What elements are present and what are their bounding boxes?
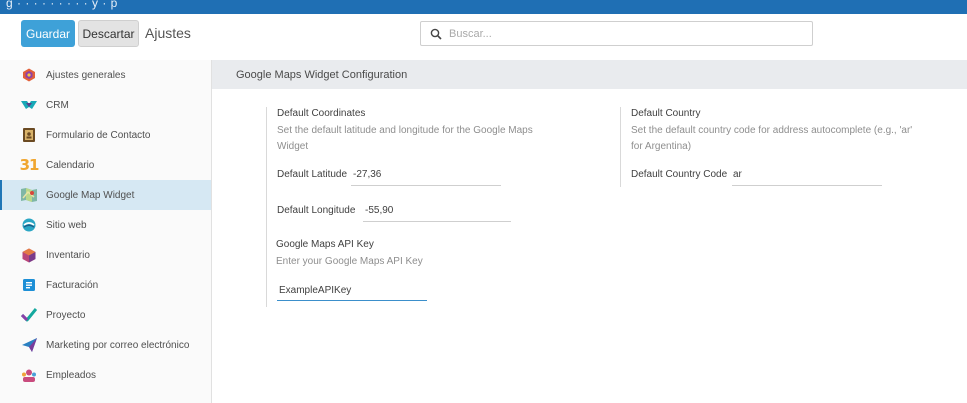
sidebar-item-facturacion[interactable]: Facturación	[0, 270, 211, 300]
map-icon	[21, 187, 37, 203]
settings-content: Google Maps Widget Configuration Default…	[212, 60, 967, 403]
sidebar-item-label: Inventario	[46, 249, 90, 261]
email-marketing-icon	[21, 337, 37, 353]
settings-hex-icon	[21, 67, 37, 83]
api-key-underline	[277, 300, 427, 301]
search-input[interactable]	[449, 27, 789, 40]
search-box[interactable]	[420, 21, 813, 46]
default-latitude-input[interactable]: -27,36	[353, 169, 381, 180]
default-country-title: Default Country	[631, 108, 701, 119]
sidebar-item-label: Proyecto	[46, 309, 86, 321]
default-longitude-label: Default Longitude	[277, 205, 356, 216]
default-longitude-underline	[363, 221, 511, 222]
sidebar-item-label: Google Map Widget	[46, 189, 135, 201]
sidebar-item-label: Ajustes generales	[46, 69, 126, 81]
sidebar-item-label: Empleados	[46, 369, 97, 381]
invoice-icon	[21, 277, 37, 293]
crm-handshake-icon	[21, 97, 37, 113]
sidebar-item-calendario[interactable]: 31 Calendario	[0, 150, 211, 180]
sidebar-item-label: Calendario	[46, 159, 95, 171]
default-country-code-input[interactable]: ar	[733, 169, 742, 180]
employees-icon	[21, 367, 37, 383]
default-coordinates-desc-line1: Set the default latitude and longitude f…	[277, 125, 533, 136]
api-key-block: Google Maps API Key Enter your Google Ma…	[266, 238, 566, 308]
discard-button[interactable]: Descartar	[78, 20, 139, 47]
website-icon	[21, 217, 37, 233]
sidebar-item-label: CRM	[46, 99, 69, 111]
contact-form-icon	[21, 127, 37, 143]
search-icon	[430, 28, 442, 40]
default-coordinates-title: Default Coordinates	[277, 108, 366, 119]
save-button[interactable]: Guardar	[21, 20, 75, 47]
inventory-box-icon	[21, 247, 37, 263]
sidebar-item-marketing-correo[interactable]: Marketing por correo electrónico	[0, 330, 211, 360]
default-coordinates-desc-line2: Widget	[277, 141, 309, 152]
control-panel: Guardar Descartar Ajustes	[0, 14, 967, 60]
sidebar-item-empleados[interactable]: Empleados	[0, 360, 211, 390]
sidebar-item-label: Sitio web	[46, 219, 87, 231]
sidebar-item-sitio-web[interactable]: Sitio web	[0, 210, 211, 240]
page-title: Ajustes	[145, 25, 191, 41]
sidebar-item-formulario-contacto[interactable]: Formulario de Contacto	[0, 120, 211, 150]
sidebar-item-ajustes-generales[interactable]: Ajustes generales	[0, 60, 211, 90]
project-check-icon	[21, 307, 37, 323]
calendar-31-icon: 31	[19, 156, 40, 174]
default-country-desc-line2: for Argentina)	[631, 141, 692, 152]
top-navbar: g · · · · · · · · · y · p	[0, 0, 967, 14]
settings-sidebar: Ajustes generales CRM Formulario de Cont…	[0, 60, 212, 403]
sidebar-item-google-map-widget[interactable]: Google Map Widget	[0, 180, 211, 210]
api-key-input[interactable]: ExampleAPIKey	[279, 285, 351, 296]
section-title: Google Maps Widget Configuration	[236, 68, 408, 81]
top-menu-fragment: g · · · · · · · · · y · p	[6, 0, 118, 10]
section-header: Google Maps Widget Configuration	[212, 60, 967, 89]
default-latitude-underline	[351, 185, 501, 186]
default-country-code-label: Default Country Code	[631, 169, 728, 180]
default-country-code-underline	[732, 185, 882, 186]
default-latitude-label: Default Latitude	[277, 169, 348, 180]
sidebar-item-label: Formulario de Contacto	[46, 129, 151, 141]
api-key-title: Google Maps API Key	[276, 239, 374, 250]
sidebar-item-label: Facturación	[46, 279, 99, 291]
default-country-desc-line1: Set the default country code for address…	[631, 125, 913, 136]
sidebar-item-label: Marketing por correo electrónico	[46, 339, 190, 351]
sidebar-item-crm[interactable]: CRM	[0, 90, 211, 120]
default-longitude-input[interactable]: -55,90	[365, 205, 393, 216]
sidebar-item-inventario[interactable]: Inventario	[0, 240, 211, 270]
sidebar-item-proyecto[interactable]: Proyecto	[0, 300, 211, 330]
api-key-desc: Enter your Google Maps API Key	[276, 256, 423, 267]
